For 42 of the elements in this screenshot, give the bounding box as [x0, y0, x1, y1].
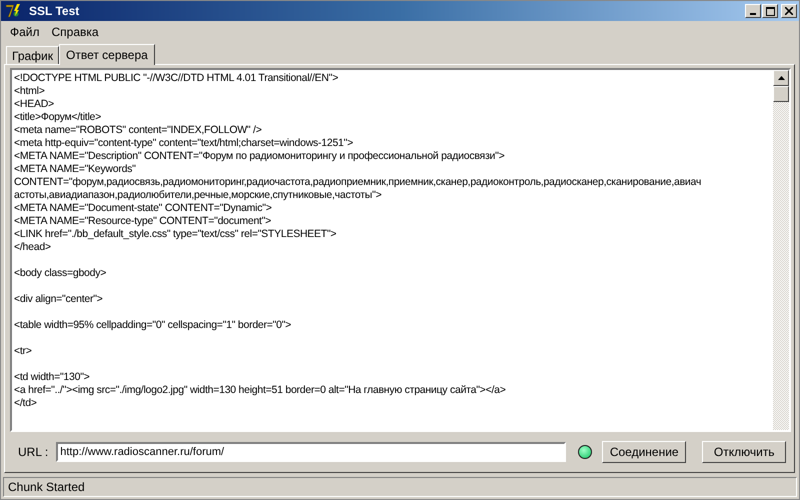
- scroll-up-button[interactable]: [773, 70, 789, 86]
- url-field[interactable]: http://www.radioscanner.ru/forum/: [56, 442, 566, 462]
- maximize-icon: [766, 6, 774, 16]
- minimize-button[interactable]: [745, 4, 761, 18]
- code-line: <tr>: [14, 345, 33, 358]
- response-text-area[interactable]: [10, 68, 791, 432]
- status-text: Chunk Started: [8, 480, 85, 494]
- scrollbar[interactable]: [773, 70, 789, 430]
- close-button[interactable]: [781, 4, 797, 18]
- code-line: <html>: [14, 85, 46, 98]
- code-line: <!DOCTYPE HTML PUBLIC "-//W3C//DTD HTML 4.01 Transitional//EN">: [14, 72, 340, 85]
- menu-item[interactable]: Файл: [4, 24, 46, 38]
- code-line: <META NAME="Keywords": [14, 163, 137, 176]
- tab[interactable]: График: [6, 46, 59, 64]
- code-line: <meta name="ROBOTS" content="INDEX,FOLLOW" />: [14, 124, 263, 137]
- code-line: <META NAME="Document-state" CONTENT="Dynamic">: [14, 202, 273, 215]
- code-line: <META NAME="Resource-type" CONTENT="document">: [14, 215, 272, 228]
- code-line: <body class=gbody>: [14, 267, 108, 280]
- app-icon: [5, 3, 21, 19]
- action-button[interactable]: Соединение: [602, 441, 686, 463]
- code-line: <META NAME="Description" CONTENT="Форум по радиомониторингу и профессиональной радиосвязи">: [14, 150, 506, 163]
- code-line: <td width="130">: [14, 371, 91, 384]
- menu-item[interactable]: Справка: [46, 24, 105, 38]
- code-line: <div align="center">: [14, 293, 104, 306]
- code-line: <meta http-equiv="content-type" content="text/html;charset=windows-1251">: [14, 137, 354, 150]
- up-arrow-icon: [778, 76, 784, 80]
- code-line: </td>: [14, 397, 38, 410]
- scroll-thumb[interactable]: [773, 86, 789, 102]
- code-line: <table width=95% cellpadding="0" cellspacing="1" border="0">: [14, 319, 292, 332]
- url-label: URL :: [18, 445, 48, 459]
- code-line: <title>Форум</title>: [14, 111, 102, 124]
- action-button[interactable]: Отключить: [702, 441, 786, 463]
- code-line: <a href="../"><img src="./img/logo2.jpg" width=130 height=51 border=0 alt="На главную страницу сайта"></a>: [14, 384, 507, 397]
- code-line: <HEAD>: [14, 98, 55, 111]
- window-title: SSL Test: [29, 4, 80, 18]
- code-line: астоты,авиадиапазон,радиолюбители,речные,морские,спутниковые,частоты">: [14, 189, 382, 202]
- maximize-button[interactable]: [762, 4, 778, 18]
- code-line: <LINK href="./bb_default_style.css" type="text/css" rel="STYLESHEET">: [14, 228, 338, 241]
- code-line: CONTENT="форум,радиосвязь,радиомониторинг,радиочастота,радиоприемник,приемник,сканер,радиоконтроль,радиосканер,сканирование,авиач: [14, 176, 702, 189]
- tab[interactable]: Ответ сервера: [59, 44, 155, 65]
- code-line: </head>: [14, 241, 52, 254]
- close-icon: [785, 7, 793, 15]
